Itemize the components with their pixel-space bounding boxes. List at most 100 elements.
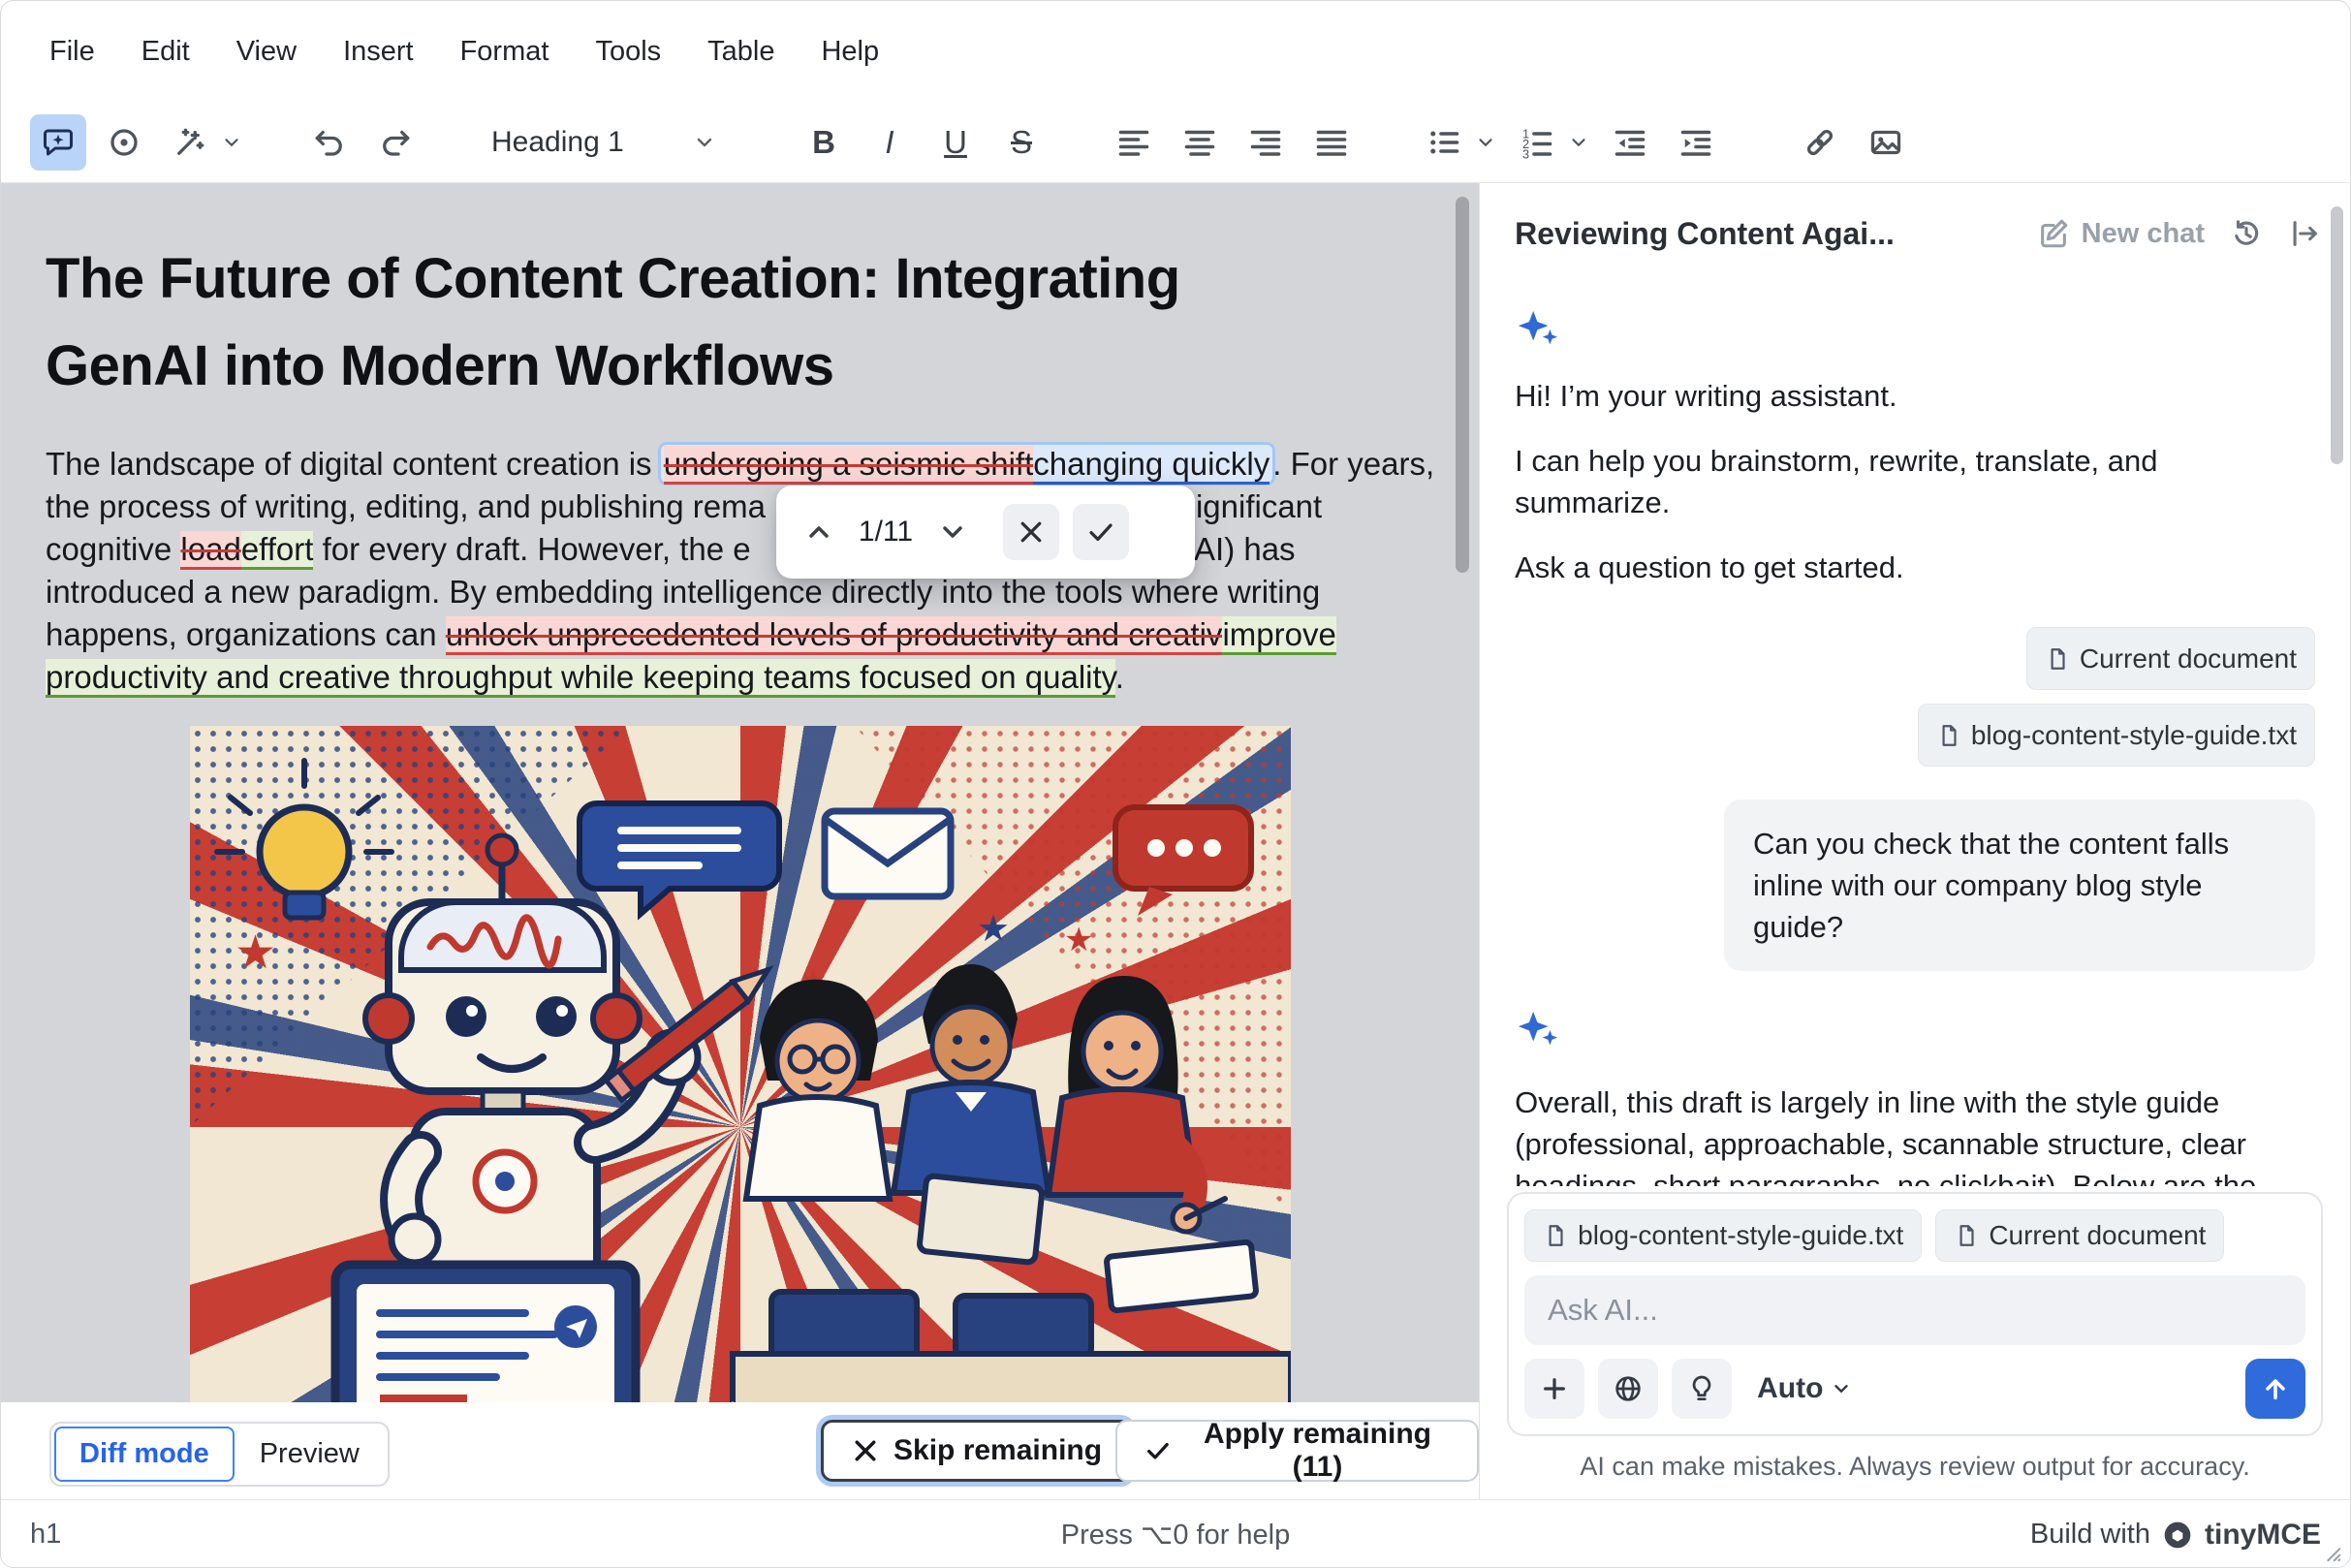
globe-icon bbox=[1613, 1373, 1644, 1404]
inserted-text: changing quickly bbox=[1033, 446, 1270, 485]
attachment-chip[interactable]: blog-content-style-guide.txt bbox=[1524, 1209, 1922, 1262]
assistant-capabilities: I can help you brainstorm, rewrite, tran… bbox=[1515, 440, 2315, 523]
attachment-chip[interactable]: Current document bbox=[2026, 627, 2315, 690]
numbered-list-caret[interactable] bbox=[1565, 114, 1592, 171]
menu-edit[interactable]: Edit bbox=[118, 24, 213, 79]
previous-change-button[interactable] bbox=[798, 511, 840, 553]
align-right-button[interactable] bbox=[1238, 114, 1294, 171]
document-icon bbox=[2045, 646, 2070, 672]
numbered-list-button[interactable]: 1 2 3 bbox=[1509, 114, 1565, 171]
bullet-list-button[interactable] bbox=[1416, 114, 1472, 171]
ai-disclaimer: AI can make mistakes. Always review outp… bbox=[1480, 1452, 2350, 1482]
ai-shortcuts-caret[interactable] bbox=[218, 114, 245, 171]
web-search-button[interactable] bbox=[1598, 1359, 1658, 1419]
svg-text:3: 3 bbox=[1522, 146, 1529, 160]
align-left-button[interactable] bbox=[1106, 114, 1162, 171]
view-mode-toggle: Diff mode Preview bbox=[49, 1422, 390, 1487]
reject-change-button[interactable] bbox=[1003, 504, 1059, 560]
image-button[interactable] bbox=[1858, 114, 1914, 171]
send-button[interactable] bbox=[2245, 1359, 2305, 1419]
italic-button[interactable]: I bbox=[862, 114, 918, 171]
new-chat-button[interactable]: New chat bbox=[2037, 217, 2205, 250]
diff-navigation-popover: 1/11 bbox=[776, 486, 1195, 579]
underline-button[interactable]: U bbox=[927, 114, 984, 171]
editor-content[interactable]: The Future of Content Creation: Integrat… bbox=[1, 183, 1479, 1402]
bullet-list-caret[interactable] bbox=[1472, 114, 1499, 171]
assistant-prompt: Ask a question to get started. bbox=[1515, 547, 2315, 588]
mode-select[interactable]: Auto bbox=[1757, 1372, 1852, 1405]
menu-file[interactable]: File bbox=[26, 24, 118, 79]
skip-remaining-button[interactable]: Skip remaining bbox=[821, 1420, 1132, 1482]
deleted-text: unlock unprecedented levels of productiv… bbox=[446, 616, 1223, 655]
menu-insert[interactable]: Insert bbox=[320, 24, 437, 79]
deleted-text: undergoing a seismic shift bbox=[664, 446, 1034, 485]
menu-help[interactable]: Help bbox=[798, 24, 902, 79]
chat-title: Reviewing Content Agai... bbox=[1515, 216, 1895, 252]
text-run: happens, organizations can bbox=[46, 616, 446, 652]
ai-shortcuts-button[interactable] bbox=[162, 114, 218, 171]
align-center-icon bbox=[1182, 125, 1217, 160]
outdent-button[interactable] bbox=[1602, 114, 1658, 171]
undo-button[interactable] bbox=[301, 114, 358, 171]
accept-change-button[interactable] bbox=[1073, 504, 1129, 560]
chat-scrollbar[interactable] bbox=[2331, 206, 2343, 464]
bold-button[interactable]: B bbox=[796, 114, 852, 171]
paragraph-line: happens, organizations can unlock unprec… bbox=[46, 613, 1434, 656]
text-run: . For years, bbox=[1272, 446, 1434, 482]
ai-sparkle-icon bbox=[1515, 307, 1559, 352]
menu-tools[interactable]: Tools bbox=[572, 24, 684, 79]
menu-view[interactable]: View bbox=[213, 24, 320, 79]
toolbar: Heading 1 B I U S bbox=[1, 102, 2350, 183]
menu-table[interactable]: Table bbox=[684, 24, 798, 79]
text-run: for every draft. However, the e bbox=[313, 531, 750, 567]
attachment-chip[interactable]: blog-content-style-guide.txt bbox=[1918, 704, 2315, 767]
next-change-button[interactable] bbox=[931, 511, 974, 553]
paragraph-line: productivity and creative throughput whi… bbox=[46, 656, 1434, 699]
text-run: cognitive bbox=[46, 531, 180, 567]
link-icon bbox=[1802, 125, 1837, 160]
arrow-up-icon bbox=[2260, 1373, 2291, 1404]
redo-button[interactable] bbox=[367, 114, 423, 171]
user-message-bubble: Can you check that the content falls inl… bbox=[1724, 800, 2315, 971]
document-paragraph: The landscape of digital content creatio… bbox=[46, 443, 1434, 699]
attachment-label: Current document bbox=[2080, 638, 2297, 679]
deleted-text: load bbox=[180, 531, 240, 570]
add-attachment-button[interactable] bbox=[1524, 1359, 1584, 1419]
branding: Build with tinyMCE bbox=[2030, 1519, 2321, 1552]
diff-mode-button[interactable]: Diff mode bbox=[54, 1427, 235, 1482]
heading-select[interactable]: Heading 1 bbox=[480, 114, 728, 171]
tinymce-logo-text: tinyMCE bbox=[2205, 1519, 2321, 1552]
inserted-text: productivity and creative throughput whi… bbox=[46, 659, 1115, 698]
attachment-chip[interactable]: Current document bbox=[1935, 1209, 2224, 1262]
document-icon bbox=[1954, 1223, 1979, 1248]
menu-format[interactable]: Format bbox=[437, 24, 573, 79]
suggestions-button[interactable] bbox=[1672, 1359, 1732, 1419]
preview-button[interactable]: Preview bbox=[235, 1427, 385, 1482]
ai-assistant-button[interactable] bbox=[30, 114, 86, 171]
composer: blog-content-style-guide.txt Current doc… bbox=[1507, 1192, 2323, 1436]
close-panel-icon bbox=[2288, 217, 2321, 250]
close-panel-button[interactable] bbox=[2288, 217, 2321, 250]
content-image[interactable]: ★ ★ ★ ★ ★ bbox=[190, 726, 1291, 1402]
ai-dictation-button[interactable] bbox=[96, 114, 152, 171]
skip-remaining-label: Skip remaining bbox=[893, 1434, 1102, 1467]
status-bar: h1 Press ⌥0 for help Build with tinyMCE bbox=[1, 1499, 2350, 1568]
current-diff-change[interactable]: undergoing a seismic shiftchanging quick… bbox=[661, 445, 1273, 483]
align-center-button[interactable] bbox=[1172, 114, 1228, 171]
apply-remaining-button[interactable]: Apply remaining (11) bbox=[1115, 1420, 1479, 1482]
inserted-text: effort bbox=[241, 531, 314, 570]
indent-button[interactable] bbox=[1668, 114, 1724, 171]
paragraph-line: the process of writing, editing, and pub… bbox=[46, 486, 1434, 528]
chat-history-button[interactable] bbox=[2230, 217, 2263, 250]
image-icon bbox=[1868, 125, 1903, 160]
ask-ai-input[interactable] bbox=[1524, 1275, 2305, 1345]
justify-button[interactable] bbox=[1303, 114, 1360, 171]
resize-grip-icon[interactable] bbox=[2321, 1542, 2342, 1563]
chevron-down-icon bbox=[1831, 1378, 1852, 1399]
change-counter: 1/11 bbox=[854, 516, 918, 549]
editor-scrollbar[interactable] bbox=[1456, 197, 1469, 573]
text-run: The landscape of digital content creatio… bbox=[46, 446, 661, 482]
chevron-down-icon bbox=[937, 517, 968, 548]
strikethrough-button[interactable]: S bbox=[993, 114, 1050, 171]
link-button[interactable] bbox=[1792, 114, 1848, 171]
